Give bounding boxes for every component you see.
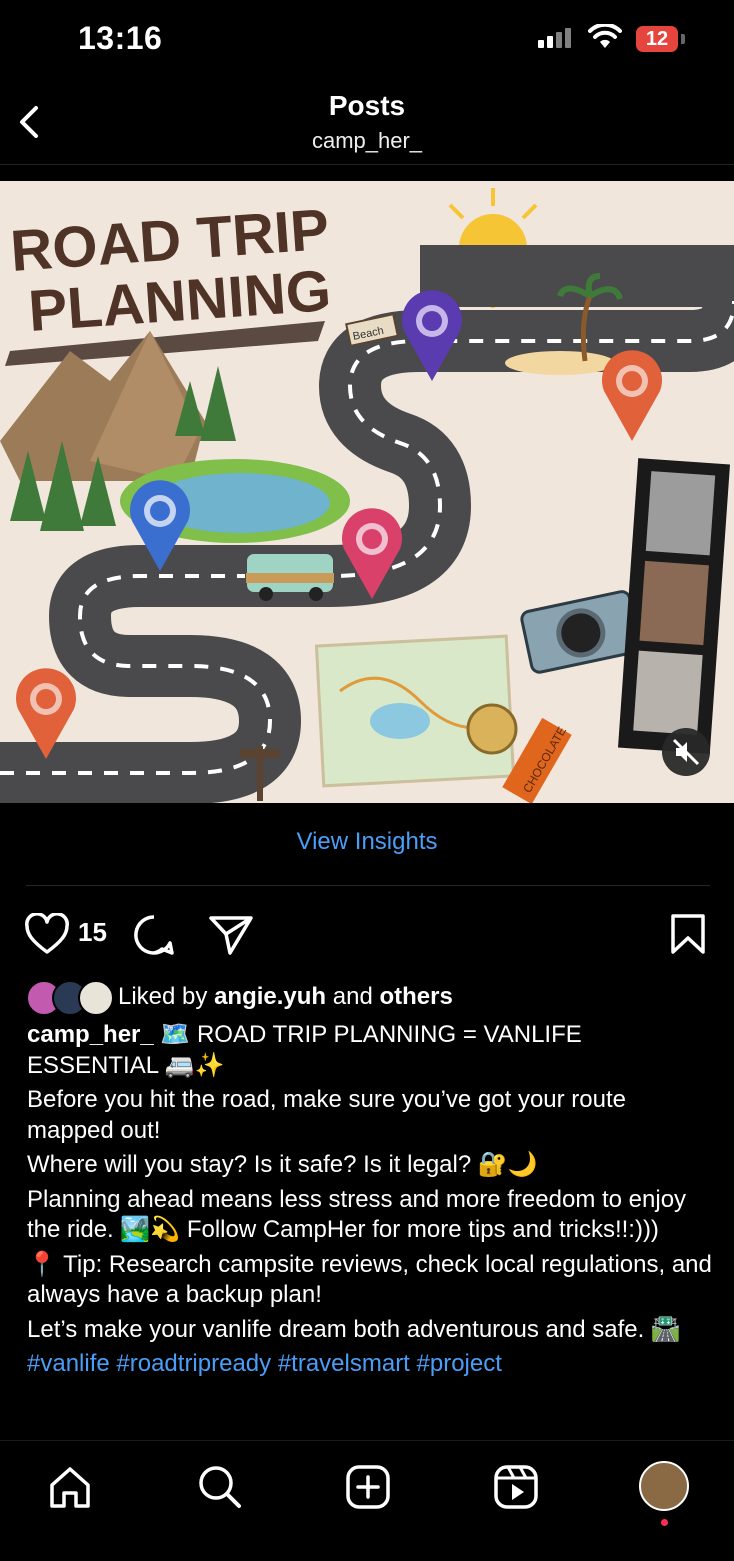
caption-line-6: Let’s make your vanlife dream both adven…	[27, 1315, 681, 1343]
battery-tip	[681, 34, 685, 44]
liked-by-text: Liked by angie.yuh and others	[118, 983, 453, 1011]
page-title: Posts	[328, 90, 406, 121]
caption-line-3: Where will you stay? Is it safe? Is it l…	[27, 1151, 538, 1178]
caption-line-5: 📍 Tip: Research campsite reviews, check …	[27, 1250, 712, 1309]
home-icon[interactable]	[46, 1463, 94, 1511]
liked-by-prefix: Liked by	[118, 983, 208, 1010]
liked-by-user[interactable]: angie.yuh	[214, 983, 326, 1010]
post-media[interactable]: ROAD TRIP PLANNING Beach CHOCOLATE	[0, 181, 734, 803]
pin-orange-top	[602, 350, 662, 441]
comment-icon[interactable]	[132, 913, 176, 957]
caption-username[interactable]: camp_her_	[27, 1021, 154, 1048]
caption-line-1: camp_her_ 🗺️ ROAD TRIP PLANNING = VANLIF…	[27, 1020, 717, 1081]
search-icon[interactable]	[196, 1463, 244, 1511]
status-time: 13:16	[78, 20, 163, 56]
liked-by-and: and	[332, 983, 373, 1010]
share-icon[interactable]	[208, 913, 254, 957]
reels-icon[interactable]	[492, 1463, 540, 1511]
account-username[interactable]: camp_her_	[0, 128, 734, 154]
divider	[26, 885, 710, 886]
liked-by-row[interactable]: Liked by angie.yuh and others	[26, 980, 726, 1016]
avatar	[78, 980, 114, 1016]
liker-avatars	[26, 980, 116, 1016]
like-count[interactable]: 15	[78, 917, 107, 948]
create-post-icon[interactable]	[344, 1463, 392, 1511]
battery-icon: 12	[636, 26, 678, 52]
post-caption: camp_her_ 🗺️ ROAD TRIP PLANNING = VANLIF…	[27, 1020, 717, 1384]
status-bar: 13:16 12	[0, 0, 734, 80]
posts-header: Posts camp_her_	[0, 80, 734, 165]
mute-toggle-icon[interactable]	[662, 728, 710, 776]
caption-line-2: Before you hit the road, make sure you’v…	[27, 1086, 627, 1144]
notification-dot	[661, 1519, 668, 1526]
hashtags[interactable]: #vanlife #roadtripready #travelsmart #pr…	[27, 1349, 717, 1380]
bookmark-icon[interactable]	[670, 913, 706, 955]
heart-icon[interactable]	[24, 913, 70, 955]
caption-line-4: Planning ahead means less stress and mor…	[27, 1185, 687, 1244]
post-actions: 15	[0, 905, 734, 961]
view-insights-link[interactable]: View Insights	[0, 828, 734, 856]
road-trip-illustration: ROAD TRIP PLANNING Beach CHOCOLATE	[0, 188, 734, 803]
cellular-signal-icon	[538, 28, 571, 48]
liked-by-others[interactable]: others	[379, 983, 452, 1010]
bottom-tab-bar	[0, 1440, 734, 1561]
wifi-icon	[588, 24, 622, 48]
profile-avatar-tab[interactable]	[639, 1461, 689, 1511]
